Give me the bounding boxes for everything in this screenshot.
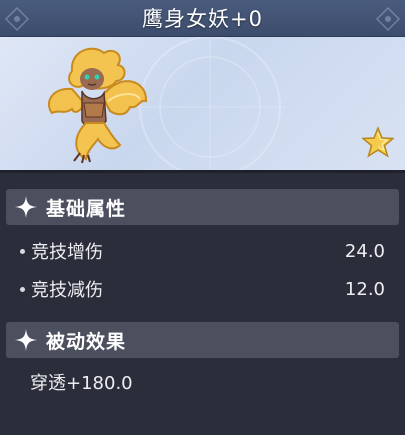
passive-effect-text: 穿透+180.0: [30, 373, 133, 394]
stat-name: 竞技增伤: [31, 242, 103, 263]
stat-value: 24.0: [344, 240, 385, 262]
sparkle-icon: [15, 196, 37, 218]
corner-ornament-icon: [375, 6, 401, 32]
stat-row: 竞技减伤 12.0: [20, 275, 385, 303]
bullet-icon: [20, 286, 25, 292]
bullet-icon: [20, 248, 25, 254]
title-bar: 鹰身女妖+0: [0, 0, 405, 37]
stat-row: 竞技增伤 24.0: [20, 237, 385, 265]
star-icon: [362, 126, 394, 158]
item-portrait: [0, 37, 405, 170]
item-detail-panel: 鹰身女妖+0 基础属性 竞技增伤 24.0 竞技减伤 12.0 被动效果 穿透+…: [0, 0, 405, 435]
divider: [0, 170, 405, 173]
item-title: 鹰身女妖+0: [142, 7, 263, 31]
section-title: 被动效果: [46, 330, 127, 353]
harpy-creature-icon: [47, 47, 148, 164]
sparkle-icon: [15, 329, 37, 351]
stat-name: 竞技减伤: [31, 280, 103, 301]
section-header-passive-effects: 被动效果: [6, 322, 399, 358]
section-header-basic-attributes: 基础属性: [6, 189, 399, 225]
stat-value: 12.0: [344, 278, 385, 300]
corner-ornament-icon: [4, 6, 30, 32]
section-title: 基础属性: [46, 197, 127, 220]
